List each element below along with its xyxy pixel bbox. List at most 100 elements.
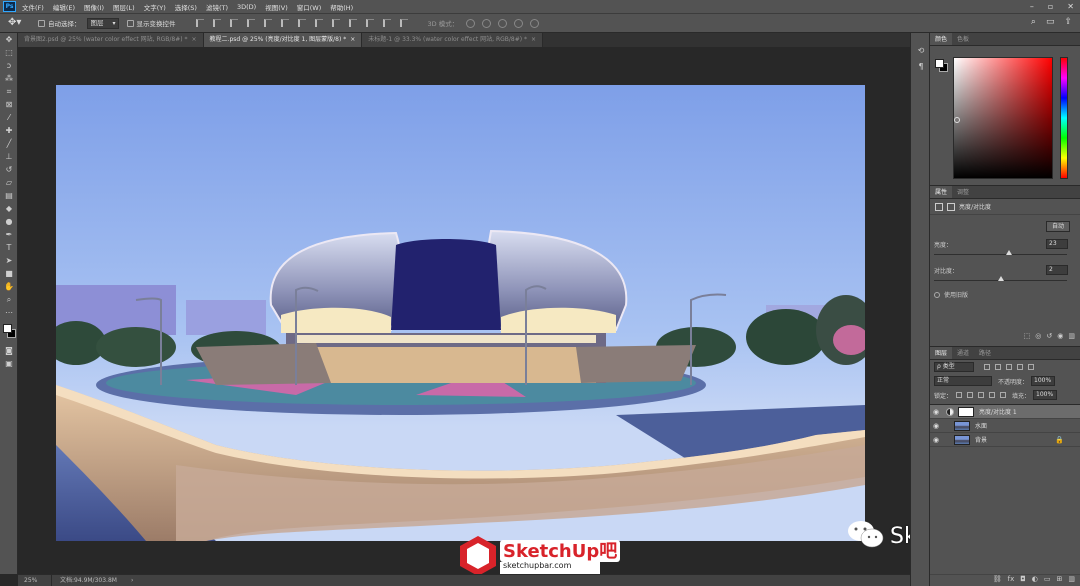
trash-icon[interactable]: ▥ [1068,575,1075,586]
layer-filter-dropdown[interactable]: ρ 类型 [934,362,974,372]
auto-align-icon[interactable] [399,19,408,27]
gradient-tool-icon[interactable]: ▤ [3,190,15,202]
distribute-bottom-icon[interactable] [331,19,340,27]
contrast-value[interactable]: 2 [1046,265,1068,275]
menu-select[interactable]: 选择(S) [175,2,197,12]
align-top-icon[interactable] [195,19,204,27]
zoom-tool-icon[interactable]: ⌕ [3,294,15,306]
layer-mask-thumbnail[interactable] [958,406,974,417]
tab-channels[interactable]: 通道 [952,347,974,359]
pen-tool-icon[interactable]: ✒ [3,229,15,241]
path-selection-tool-icon[interactable]: ➤ [3,255,15,267]
tab-swatches[interactable]: 色板 [952,33,974,45]
new-adjustment-icon[interactable]: ◐ [1032,575,1038,586]
more-tools-icon[interactable]: ⋯ [3,307,15,319]
share-icon[interactable]: ⇪ [1064,17,1072,27]
foreground-swatch[interactable] [3,324,12,333]
menu-help[interactable]: 帮助(H) [330,2,353,12]
brightness-value[interactable]: 23 [1046,239,1068,249]
eye-icon[interactable]: ◉ [933,422,942,430]
layer-row-brightness-contrast[interactable]: ◉ 亮度/对比度 1 [930,405,1080,419]
color-picker-cursor[interactable] [954,117,960,123]
tab-paths[interactable]: 路径 [974,347,996,359]
filter-shape-icon[interactable] [1017,364,1023,370]
align-hcenter-icon[interactable] [263,19,272,27]
blend-mode-dropdown[interactable]: 正常 [934,376,992,386]
tab-properties[interactable]: 属性 [930,186,953,198]
tab-document-1[interactable]: 背景图2.psd @ 25% (water color effect 网站, R… [18,33,204,47]
trash-icon[interactable]: ▥ [1068,332,1075,344]
distribute-hcenter-icon[interactable] [365,19,374,27]
move-tool-icon[interactable]: ✥▾ [8,16,30,30]
foreground-color-swatch[interactable] [935,59,944,68]
eraser-tool-icon[interactable]: ▱ [3,177,15,189]
minimize-icon[interactable]: – [1030,0,1034,13]
menu-window[interactable]: 窗口(W) [297,2,322,12]
menu-file[interactable]: 文件(F) [22,2,44,12]
menu-3d[interactable]: 3D(D) [237,3,256,11]
menu-view[interactable]: 视图(V) [265,2,288,12]
tab-color[interactable]: 颜色 [930,33,953,45]
new-group-icon[interactable]: ▭ [1044,575,1051,586]
filter-type-icon[interactable] [1006,364,1012,370]
lasso-tool-icon[interactable]: ↄ [3,60,15,72]
new-layer-icon[interactable]: ⊞ [1057,575,1063,586]
clone-stamp-tool-icon[interactable]: ⊥ [3,151,15,163]
distribute-left-icon[interactable] [348,19,357,27]
paragraph-icon[interactable]: ¶ [915,61,927,73]
filter-smart-icon[interactable] [1028,364,1034,370]
canvas-area[interactable]: SketchUp吧 sketchupbar.com [18,47,910,576]
document-canvas[interactable] [56,85,865,541]
filter-adjustment-icon[interactable] [995,364,1001,370]
tab-document-3[interactable]: 未标题-1 @ 33.3% (water color effect 网站, RG… [362,33,544,47]
crop-tool-icon[interactable]: ⌗ [3,86,15,98]
reset-icon[interactable]: ↺ [1046,332,1052,344]
quick-mask-icon[interactable]: ◙ [3,345,15,357]
menu-filter[interactable]: 滤镜(T) [206,2,228,12]
roll-3d-icon[interactable] [482,18,492,28]
auto-select-dropdown[interactable]: 图层 [86,17,119,29]
legacy-radio[interactable] [934,291,940,298]
workspace-icon[interactable]: ▭ [1046,17,1055,27]
lock-pixels-icon[interactable] [967,392,974,398]
clip-to-layer-icon[interactable]: ⬚ [1024,332,1031,344]
rectangle-tool-icon[interactable]: ■ [3,268,15,280]
dodge-tool-icon[interactable]: ● [3,216,15,228]
brightness-thumb[interactable] [1006,250,1012,255]
close-icon[interactable]: × [531,36,536,43]
maximize-icon[interactable]: ▫ [1048,0,1053,13]
status-arrow[interactable]: › [131,575,133,586]
eyedropper-tool-icon[interactable]: ⁄ [3,112,15,124]
history-icon[interactable]: ⟲ [915,45,927,57]
close-icon[interactable]: × [350,36,355,43]
brush-tool-icon[interactable]: ╱ [3,138,15,150]
distribute-top-icon[interactable] [297,19,306,27]
type-tool-icon[interactable]: T [3,242,15,254]
fx-icon[interactable]: fx [1008,575,1015,586]
move-tool-icon[interactable]: ✥ [3,34,15,46]
contrast-thumb[interactable] [998,276,1004,281]
tab-adjustments[interactable]: 调整 [952,186,974,198]
distribute-right-icon[interactable] [382,19,391,27]
tab-document-2[interactable]: 教程二.psd @ 25% (亮度/对比度 1, 图层蒙版/8) * × [203,33,363,47]
align-vcenter-icon[interactable] [212,19,221,27]
align-bottom-icon[interactable] [229,19,238,27]
align-left-icon[interactable] [246,19,255,27]
color-swatches[interactable] [1,323,17,341]
marquee-tool-icon[interactable]: ⬚ [3,47,15,59]
menu-layer[interactable]: 图层(L) [113,2,135,12]
menu-edit[interactable]: 编辑(E) [53,2,75,12]
layer-row-background[interactable]: ◉ 背景 🔒 [930,433,1080,447]
lock-position-icon[interactable] [978,392,985,398]
brightness-track[interactable] [934,254,1067,255]
magic-wand-tool-icon[interactable]: ⁂ [3,73,15,85]
close-icon[interactable]: ✕ [1067,0,1074,13]
lock-artboard-icon[interactable] [989,392,996,398]
align-right-icon[interactable] [280,19,289,27]
rotate-3d-icon[interactable] [466,18,476,28]
color-picker-field[interactable] [953,57,1053,179]
lock-all-icon[interactable] [1000,392,1007,398]
fill-input[interactable]: 100% [1033,390,1058,400]
eye-icon[interactable]: ◉ [933,408,942,416]
zoom-level[interactable]: 25% [18,575,52,586]
